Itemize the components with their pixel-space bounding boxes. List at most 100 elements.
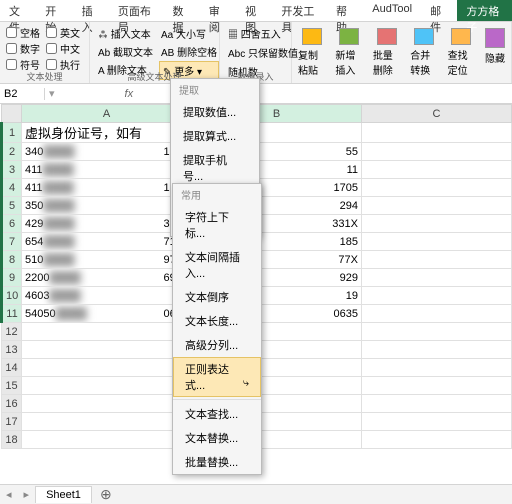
chk-exec[interactable] — [46, 59, 57, 70]
cell[interactable] — [362, 161, 512, 179]
cell[interactable] — [22, 323, 192, 341]
cell[interactable] — [22, 413, 192, 431]
cell[interactable] — [362, 287, 512, 305]
row-header[interactable]: 10 — [2, 287, 22, 305]
chk-digit[interactable] — [6, 43, 17, 54]
tab-插入[interactable]: 插入 — [73, 0, 109, 21]
btn-insert-text[interactable]: ⁂ 插入文本 — [96, 25, 155, 42]
menu-item[interactable]: 文本替换... — [173, 426, 261, 450]
cell[interactable] — [362, 377, 512, 395]
row-header[interactable]: 12 — [2, 323, 22, 341]
row-header[interactable]: 2 — [2, 143, 22, 161]
tab-页面布局[interactable]: 页面布局 — [109, 0, 164, 21]
btn-insert-new[interactable]: 新增插入 — [331, 26, 366, 79]
menu-item[interactable]: 文本间隔插入... — [173, 245, 261, 285]
cell[interactable]: 654████7185 — [22, 233, 192, 251]
chk-space[interactable] — [6, 27, 17, 38]
tab-AudTool[interactable]: AudTool — [363, 0, 421, 21]
menu-item[interactable]: 提取数值... — [171, 100, 259, 124]
row-header[interactable]: 17 — [2, 413, 22, 431]
btn-hide[interactable]: 隐藏 — [481, 26, 509, 79]
cell[interactable]: 350████294 — [22, 197, 192, 215]
btn-cut-text[interactable]: Ab 截取文本 — [96, 43, 155, 60]
tab-邮件[interactable]: 邮件 — [421, 0, 457, 21]
btn-del-space[interactable]: AB 删除空格 — [159, 43, 219, 60]
menu-item[interactable]: 文本长度... — [173, 309, 261, 333]
menu-item[interactable]: 正则表达式... ⤷ — [173, 357, 261, 397]
row-header[interactable]: 18 — [2, 431, 22, 449]
menu-item[interactable]: 文本倒序 — [173, 285, 261, 309]
dropdown-icon[interactable]: ▾ — [45, 87, 59, 100]
btn-find[interactable]: 查找定位 — [444, 26, 479, 79]
cell[interactable]: 411████1705 — [22, 179, 192, 197]
cell[interactable] — [362, 305, 512, 323]
tab-开始[interactable]: 开始 — [36, 0, 72, 21]
btn-copy-paste[interactable]: 复制粘贴 — [294, 26, 329, 79]
tab-数据[interactable]: 数据 — [164, 0, 200, 21]
tab-帮助[interactable]: 帮助 — [327, 0, 363, 21]
tab-审阅[interactable]: 审阅 — [200, 0, 236, 21]
menu-item[interactable]: 文本查找... — [173, 402, 261, 426]
btn-case[interactable]: Aa 大小写 — [159, 25, 219, 42]
cell[interactable]: 510████9772 — [22, 251, 192, 269]
chk-symbol[interactable] — [6, 59, 17, 70]
row-header[interactable]: 15 — [2, 377, 22, 395]
tab-文件[interactable]: 文件 — [0, 0, 36, 21]
cell[interactable] — [362, 323, 512, 341]
row-header[interactable]: 6 — [2, 215, 22, 233]
cell[interactable] — [22, 341, 192, 359]
row-header[interactable]: 1 — [2, 123, 22, 143]
cell[interactable]: 429████3312 — [22, 215, 192, 233]
row-header[interactable]: 11 — [2, 305, 22, 323]
row-header[interactable]: 8 — [2, 251, 22, 269]
cell[interactable] — [22, 395, 192, 413]
cell[interactable] — [362, 431, 512, 449]
cell[interactable] — [362, 413, 512, 431]
cell[interactable] — [362, 341, 512, 359]
menu-item[interactable]: 提取算式... — [171, 124, 259, 148]
btn-round[interactable]: ▦ 四舍五入 — [226, 25, 285, 42]
cell[interactable] — [362, 197, 512, 215]
cell[interactable] — [22, 359, 192, 377]
row-header[interactable]: 13 — [2, 341, 22, 359]
cell[interactable]: 虚拟身份证号，如有 — [22, 123, 192, 143]
cell[interactable] — [362, 179, 512, 197]
cell[interactable]: 411████511 — [22, 161, 192, 179]
tab-开发工具[interactable]: 开发工具 — [272, 0, 327, 21]
cell[interactable] — [362, 233, 512, 251]
chk-english[interactable] — [46, 27, 57, 38]
nav-prev-icon[interactable]: ◂ — [0, 488, 18, 501]
cell[interactable] — [362, 123, 512, 143]
menu-item[interactable]: 高级分列... — [173, 333, 261, 357]
tab-视图[interactable]: 视图 — [236, 0, 272, 21]
cell[interactable]: 4603████19 — [22, 287, 192, 305]
cell[interactable]: 340████1655 — [22, 143, 192, 161]
cell[interactable] — [362, 269, 512, 287]
row-header[interactable]: 16 — [2, 395, 22, 413]
chk-chinese[interactable] — [46, 43, 57, 54]
row-header[interactable]: 14 — [2, 359, 22, 377]
cell[interactable] — [22, 431, 192, 449]
nav-next-icon[interactable]: ▸ — [18, 488, 36, 501]
tab-方方格子[interactable]: 方方格子 — [457, 0, 512, 21]
name-box[interactable]: B2 — [0, 88, 45, 100]
cell[interactable] — [362, 143, 512, 161]
row-header[interactable]: 9 — [2, 269, 22, 287]
cell[interactable] — [22, 377, 192, 395]
col-header-A[interactable]: A — [22, 105, 192, 123]
col-header-C[interactable]: C — [362, 105, 512, 123]
menu-item[interactable]: 字符上下标... — [173, 205, 261, 245]
cell[interactable] — [362, 215, 512, 233]
menu-item[interactable]: 批量替换... — [173, 450, 261, 474]
cell[interactable] — [362, 251, 512, 269]
row-header[interactable]: 5 — [2, 197, 22, 215]
cell[interactable]: 2200████6929 — [22, 269, 192, 287]
cell[interactable]: 54050████0635 — [22, 305, 192, 323]
cell[interactable] — [362, 359, 512, 377]
sheet-tab[interactable]: Sheet1 — [35, 486, 92, 503]
fx-icon[interactable]: fx — [119, 88, 140, 100]
btn-batch-del[interactable]: 批量删除 — [369, 26, 404, 79]
cell[interactable] — [362, 395, 512, 413]
btn-keep-num[interactable]: Abc 只保留数值 — [226, 44, 285, 61]
row-header[interactable]: 3 — [2, 161, 22, 179]
